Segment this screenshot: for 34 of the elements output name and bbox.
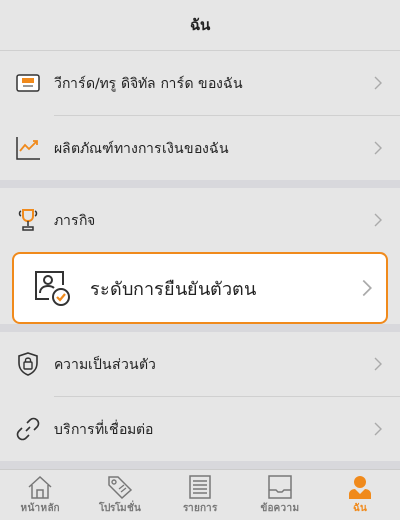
chart-icon [15, 136, 41, 160]
menu-item[interactable]: วีการ์ด/ทรู ดิจิทัล การ์ด ของฉัน [0, 51, 400, 115]
person-icon [348, 475, 372, 499]
menu-item[interactable]: ความเป็นส่วนตัว [0, 332, 400, 396]
chevron-icon [374, 141, 382, 155]
chevron-icon [362, 279, 372, 297]
tab[interactable]: โปรโมชั่น [80, 470, 160, 520]
chevron-icon [374, 213, 382, 227]
chevron-icon [374, 76, 382, 90]
trophy-icon [16, 208, 40, 232]
tab[interactable]: ข้อความ [240, 470, 320, 520]
menu-item-label: ภารกิจ [54, 212, 96, 231]
id-check-icon [33, 269, 71, 307]
menu-item[interactable]: ผลิตภัณฑ์ทางการเงินของฉัน [0, 116, 400, 180]
list-icon [189, 475, 211, 499]
inbox-icon [268, 475, 292, 499]
menu-item[interactable]: ภารกิจ [0, 188, 400, 252]
chevron-icon [374, 422, 382, 436]
home-icon [27, 475, 53, 499]
menu-item-label: ระดับการยืนยันตัวตน [90, 278, 257, 302]
menu-item-label: ผลิตภัณฑ์ทางการเงินของฉัน [54, 140, 230, 159]
chevron-icon [374, 357, 382, 371]
menu-item[interactable]: ระดับการยืนยันตัวตน [12, 252, 388, 324]
menu-item-label: บริการที่เชื่อมต่อ [54, 418, 374, 440]
tag-icon [107, 475, 133, 499]
menu-item-label: วีการ์ด/ทรู ดิจิทัล การ์ด ของฉัน [54, 74, 244, 94]
page-title: ฉัน [190, 15, 210, 36]
shield-lock-icon [17, 352, 39, 376]
link-icon [16, 417, 40, 441]
card-icon [16, 74, 40, 92]
tab[interactable]: หน้าหลัก [0, 470, 80, 520]
menu-item-label: ความเป็นส่วนตัว [54, 354, 157, 375]
tab[interactable]: รายการ [160, 470, 240, 520]
menu-item[interactable]: บริการที่เชื่อมต่อ [0, 397, 400, 461]
